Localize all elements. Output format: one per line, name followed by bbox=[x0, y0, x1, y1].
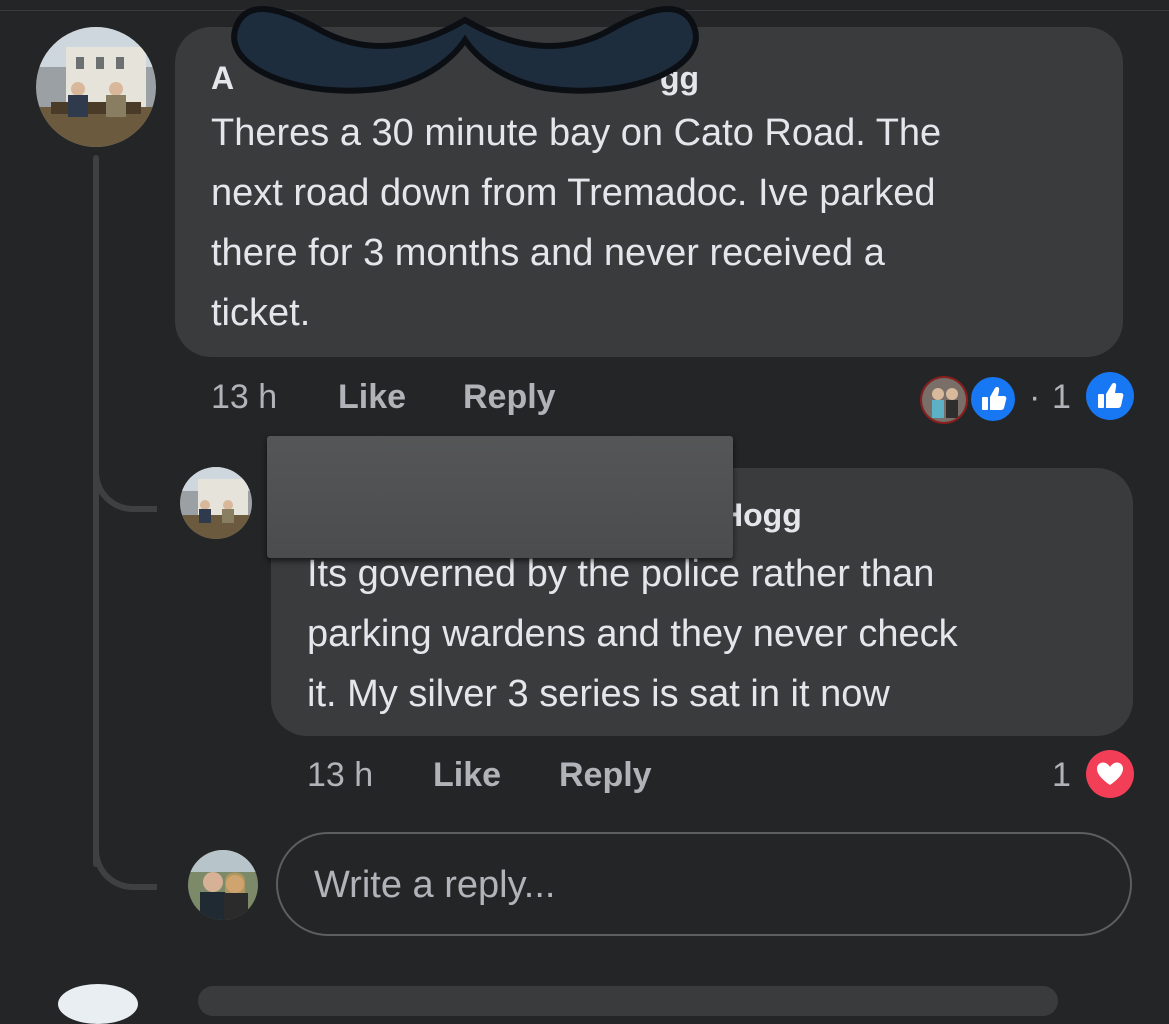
reaction-separator: · bbox=[1029, 378, 1041, 416]
next-comment-bubble bbox=[198, 986, 1058, 1016]
thread-branch-reply bbox=[93, 460, 157, 512]
commenter-avatar[interactable] bbox=[36, 27, 156, 147]
like-reaction-icon-2[interactable] bbox=[1086, 372, 1134, 420]
reply-input-placeholder: Write a reply... bbox=[314, 864, 556, 906]
reply-text-line-2: parking wardens and they never check bbox=[307, 613, 958, 655]
redaction-box bbox=[267, 436, 733, 558]
reactor-avatar[interactable] bbox=[920, 376, 968, 424]
next-comment-avatar[interactable] bbox=[58, 984, 138, 1024]
replier-avatar[interactable] bbox=[180, 467, 252, 539]
like-reaction-icon[interactable] bbox=[968, 374, 1018, 424]
comment-text-line-3: there for 3 months and never received a bbox=[211, 232, 885, 274]
reply-reaction-count[interactable]: 1 bbox=[1052, 756, 1071, 795]
reply-text-line-3: it. My silver 3 series is sat in it now bbox=[307, 673, 890, 715]
comment-reaction-count[interactable]: 1 bbox=[1052, 378, 1071, 417]
comment-text-line-2: next road down from Tremadoc. Ive parked bbox=[211, 172, 936, 214]
reply-reply-button[interactable]: Reply bbox=[559, 756, 652, 795]
comment-reply-button[interactable]: Reply bbox=[463, 378, 556, 417]
thread-branch-composer bbox=[93, 838, 157, 890]
comment-timestamp[interactable]: 13 h bbox=[211, 378, 277, 417]
comment-like-button[interactable]: Like bbox=[338, 378, 406, 417]
reply-like-button[interactable]: Like bbox=[433, 756, 501, 795]
heart-reaction-icon[interactable] bbox=[1086, 750, 1134, 798]
reply-timestamp[interactable]: 13 h bbox=[307, 756, 373, 795]
thread-line bbox=[93, 155, 99, 867]
comment-text-line-1: Theres a 30 minute bay on Cato Road. The bbox=[211, 112, 942, 154]
current-user-avatar[interactable] bbox=[188, 850, 258, 920]
comment-text-line-4: ticket. bbox=[211, 292, 311, 334]
mustache-redaction bbox=[231, 6, 699, 94]
